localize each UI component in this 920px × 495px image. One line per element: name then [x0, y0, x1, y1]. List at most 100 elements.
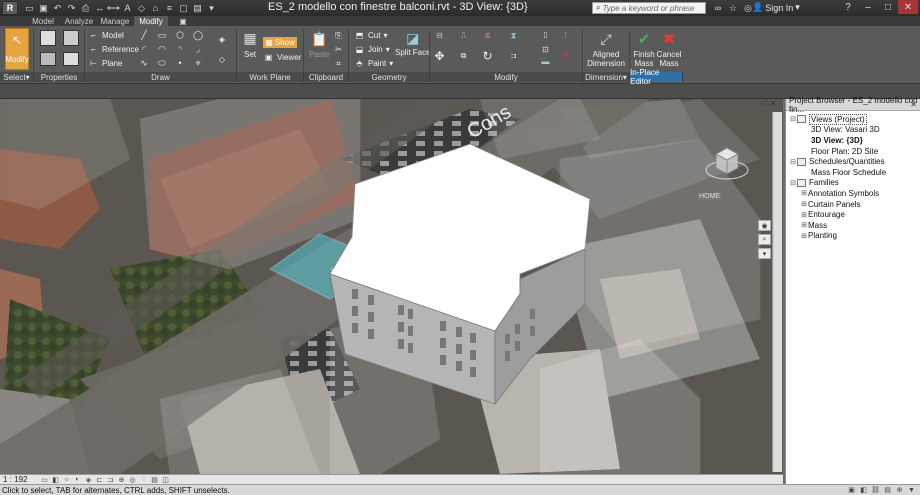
line-tool-icon[interactable]: ╱ — [136, 29, 152, 41]
split-face-button[interactable]: ◪ Split Face — [395, 30, 431, 58]
tangent-arc-icon[interactable]: ◞ — [190, 43, 206, 55]
tree-node-3d-view-current[interactable]: 3D View: {3D} — [786, 135, 920, 146]
analysis-display-icon[interactable]: ▤ — [150, 476, 159, 484]
thin-lines-icon[interactable]: ≡ — [163, 2, 176, 15]
switch-windows-icon[interactable]: ▤ — [191, 2, 204, 15]
cut-geometry-button[interactable]: ⬒ Cut ▾ — [354, 30, 388, 41]
paste-button[interactable]: 📋 Paste — [309, 30, 329, 60]
scrollbar-thumb[interactable] — [774, 112, 782, 472]
maximize-button[interactable]: □ — [878, 0, 898, 14]
sign-in-button[interactable]: 👤 Sign In ▾ — [752, 2, 800, 13]
lock-view-icon[interactable]: ⊕ — [117, 476, 126, 484]
select-underlay-icon[interactable]: ▤ — [883, 486, 892, 494]
spline-tool-icon[interactable]: ∿ — [136, 57, 152, 69]
paint-button[interactable]: ⬘ Paint ▾ — [354, 58, 393, 69]
print-icon[interactable]: ⎙ — [79, 2, 92, 15]
tree-node-mass-floor-schedule[interactable]: Mass Floor Schedule — [786, 167, 920, 178]
default-3d-icon[interactable]: ◇ — [135, 2, 148, 15]
select-links-icon[interactable]: ⛓ — [871, 486, 880, 494]
panel-label-dimension[interactable]: Dimension ▾ — [583, 72, 630, 82]
highlight-displacement-icon[interactable]: ◫ — [161, 476, 170, 484]
collapse-icon[interactable]: ⊟ — [789, 158, 797, 166]
binoculars-icon[interactable]: ∞ — [712, 2, 724, 14]
3d-view-canvas[interactable]: Cons — [0, 99, 783, 474]
collapse-icon[interactable]: ⊟ — [789, 179, 797, 187]
rotate-button[interactable]: ↻ — [482, 49, 493, 63]
tab-manage[interactable]: Manage — [98, 16, 132, 26]
trim-button[interactable]: ⊐ — [508, 50, 519, 61]
visual-style-icon[interactable]: ◧ — [51, 476, 60, 484]
type-properties-button[interactable] — [63, 30, 79, 46]
offset-button[interactable]: ⎍ — [458, 30, 469, 41]
tree-node-schedules[interactable]: ⊟ Schedules/Quantities — [786, 156, 920, 167]
sun-path-icon[interactable]: ☼ — [62, 476, 71, 484]
worksets-icon[interactable]: ▣ — [847, 486, 856, 494]
copy-clipboard-button[interactable]: ⎘ — [333, 30, 344, 41]
tree-node-planting[interactable]: ⊞ Planting — [786, 231, 920, 242]
temp-hide-icon[interactable]: ◎ — [128, 476, 137, 484]
panel-label-select[interactable]: Select ▾ — [0, 72, 34, 82]
expand-icon[interactable]: ⊞ — [800, 232, 808, 240]
plane-button[interactable]: ⊢ Plane — [88, 58, 122, 69]
split-button[interactable]: ⫶ — [560, 30, 571, 41]
rectangle-tool-icon[interactable]: ▭ — [154, 29, 170, 41]
tab-modify[interactable]: Modify — [134, 16, 168, 26]
close-button[interactable]: ✕ — [898, 0, 918, 14]
reference-line-button[interactable]: ⌐ Reference — [88, 44, 139, 55]
shadows-icon[interactable]: ◐ — [73, 476, 82, 484]
mirror-pick-axis-button[interactable]: ⧖ — [482, 30, 493, 41]
draw-on-workplane-button[interactable]: ◇ — [214, 52, 230, 66]
zoom-icon[interactable]: ⌕ — [758, 234, 771, 245]
viewcube[interactable] — [704, 140, 750, 186]
view-maximize-icon[interactable]: □ — [764, 99, 769, 111]
properties-button[interactable] — [40, 30, 56, 46]
family-types-button[interactable] — [40, 52, 56, 66]
app-menu-button[interactable]: R — [2, 1, 18, 15]
help-search-input[interactable]: ⌕ Type a keyword or phrase — [592, 2, 706, 14]
aligned-dimension-button[interactable]: ⤢ Aligned Dimension — [587, 30, 625, 69]
arc-tool-icon[interactable]: ◜ — [136, 43, 152, 55]
move-button[interactable]: ✥ — [434, 49, 445, 63]
tag-icon[interactable]: A — [121, 2, 134, 15]
star-icon[interactable]: ☆ — [727, 2, 739, 14]
tree-node-entourage[interactable]: ⊞ Entourage — [786, 209, 920, 220]
polygon-tool-icon[interactable]: ⬡ — [172, 29, 188, 41]
start-end-arc-icon[interactable]: ◠ — [154, 43, 170, 55]
dimension-icon[interactable]: ⟷ — [107, 2, 120, 15]
design-options-icon[interactable]: ◧ — [859, 486, 868, 494]
sections-icon[interactable]: ⌂ — [149, 2, 162, 15]
expand-icon[interactable]: ⊞ — [800, 221, 808, 229]
ribbon-minimize-icon[interactable]: ▣ — [176, 16, 190, 26]
customize-qat-icon[interactable]: ▾ — [205, 2, 218, 15]
copy-button[interactable]: ⧉ — [458, 50, 469, 61]
point-tool-icon[interactable]: • — [172, 57, 188, 69]
pick-lines-icon[interactable]: ⌖ — [190, 57, 206, 69]
mirror-draw-axis-button[interactable]: ⧗ — [508, 30, 519, 41]
expand-icon[interactable]: ⊞ — [800, 189, 808, 197]
align-button[interactable]: ⊟ — [434, 30, 445, 41]
reveal-hidden-icon[interactable]: ◌ — [139, 476, 148, 484]
ellipse-tool-icon[interactable]: ⬭ — [154, 57, 170, 69]
delete-button[interactable]: ✕ — [560, 50, 571, 61]
tree-node-views[interactable]: ⊟ Views (Project) — [786, 113, 920, 125]
minimize-button[interactable]: – — [858, 0, 878, 14]
cut-clipboard-button[interactable]: ✂ — [333, 44, 344, 55]
undo-icon[interactable]: ↶ — [51, 2, 64, 15]
crop-view-icon[interactable]: ⊏ — [95, 476, 104, 484]
model-line-button[interactable]: ⌐ Model — [88, 30, 124, 41]
tree-node-annotation-symbols[interactable]: ⊞ Annotation Symbols — [786, 188, 920, 199]
close-icon[interactable]: ✕ — [910, 100, 917, 109]
modify-button[interactable]: ↖ Modify — [5, 28, 29, 70]
view-restore-icon[interactable]: ▫ — [760, 99, 763, 111]
scale-button[interactable]: ⊡ — [540, 44, 551, 55]
render-icon[interactable]: ◈ — [84, 476, 93, 484]
expand-icon[interactable]: ⊞ — [800, 200, 808, 208]
save-icon[interactable]: ▣ — [37, 2, 50, 15]
redo-icon[interactable]: ↷ — [65, 2, 78, 15]
tree-node-3d-view-vasari[interactable]: 3D View: Vasari 3D — [786, 125, 920, 136]
steering-wheel-icon[interactable]: ◉ — [758, 220, 771, 231]
tree-node-curtain-panels[interactable]: ⊞ Curtain Panels — [786, 199, 920, 210]
view-scale[interactable]: 1 : 192 — [0, 475, 40, 484]
show-workplane-button[interactable]: ▦ Show — [263, 37, 297, 48]
array-button[interactable]: ⁞⁞ — [540, 30, 551, 41]
